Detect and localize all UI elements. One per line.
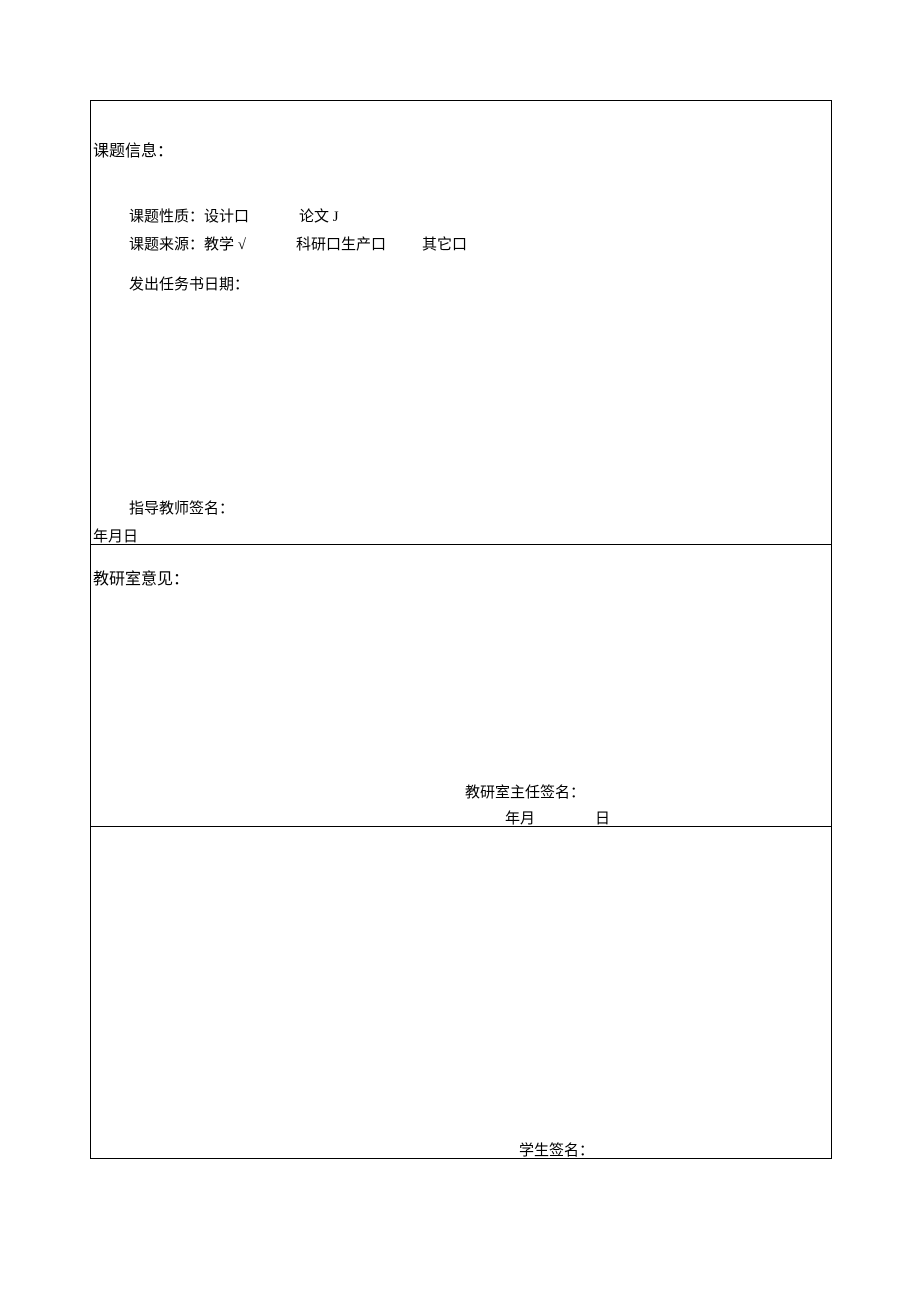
nature-thesis-option: 论文 J <box>299 209 339 225</box>
nature-design-option: 设计口 <box>204 209 249 225</box>
year-month-day: 年月日 <box>93 525 138 546</box>
department-head-sign-label: 教研室主任签名： <box>465 781 585 802</box>
form-table: 课题信息： 课题性质：设计口 论文 J 课题来源：教学 √ 科研口生产口 其它口 发出… <box>90 100 832 1159</box>
topic-nature-line: 课题性质：设计口 论文 J <box>129 205 339 226</box>
topic-info-cell: 课题信息： 课题性质：设计口 论文 J 课题来源：教学 √ 科研口生产口 其它口 发出… <box>91 101 832 545</box>
nature-label: 课题性质： <box>129 209 204 225</box>
source-other-option: 其它口 <box>422 237 467 253</box>
source-teaching-option: 教学 √ <box>204 237 246 253</box>
topic-info-header: 课题信息： <box>93 137 173 161</box>
source-research-production-option: 科研口生产口 <box>296 237 386 253</box>
department-opinion-cell: 教研室意见： 教研室主任签名： 年月 日 <box>91 545 832 827</box>
date-day: 日 <box>595 811 610 827</box>
source-label: 课题来源： <box>129 237 204 253</box>
department-opinion-header: 教研室意见： <box>93 565 189 589</box>
date-year-month: 年月 <box>505 811 535 827</box>
issue-date-label: 发出任务书日期： <box>129 273 249 294</box>
student-sign-cell: 学生签名： <box>91 827 832 1159</box>
student-sign-label: 学生签名： <box>519 1139 594 1160</box>
topic-source-line: 课题来源：教学 √ 科研口生产口 其它口 <box>129 233 467 254</box>
department-date-line: 年月 日 <box>505 807 610 828</box>
advisor-sign-label: 指导教师签名： <box>129 497 234 518</box>
